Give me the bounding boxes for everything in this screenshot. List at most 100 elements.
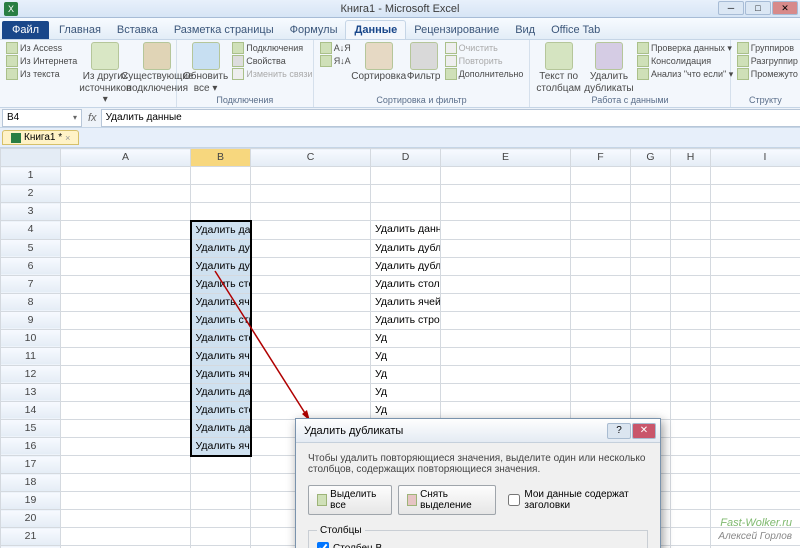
cell[interactable]: Удалить столбцы	[371, 275, 441, 293]
cell[interactable]	[61, 419, 191, 437]
cell[interactable]	[711, 185, 800, 203]
cell[interactable]: Удалить столбцы	[191, 275, 251, 293]
cell[interactable]	[251, 311, 371, 329]
dialog-close-button[interactable]: ✕	[632, 423, 656, 439]
tab-insert[interactable]: Вставка	[109, 21, 166, 39]
tab-view[interactable]: Вид	[507, 21, 543, 39]
cell[interactable]	[251, 167, 371, 185]
row-header[interactable]: 19	[1, 492, 61, 510]
cell[interactable]	[711, 203, 800, 221]
worksheet-grid[interactable]: A B C D E F G H I 1234Удалить данныеУдал…	[0, 148, 800, 548]
cell[interactable]: Удалить столбцы	[191, 401, 251, 419]
cell[interactable]	[671, 401, 711, 419]
cell[interactable]	[441, 185, 571, 203]
cell[interactable]	[251, 347, 371, 365]
cell[interactable]	[571, 347, 631, 365]
cell[interactable]	[711, 329, 800, 347]
cell[interactable]	[571, 383, 631, 401]
cell[interactable]	[251, 275, 371, 293]
col-header[interactable]: D	[371, 149, 441, 167]
cell[interactable]	[371, 203, 441, 221]
cell[interactable]	[711, 311, 800, 329]
cell[interactable]	[441, 167, 571, 185]
cell[interactable]: Удалить дубликаты	[371, 257, 441, 275]
cell[interactable]	[631, 383, 671, 401]
cell[interactable]	[191, 528, 251, 546]
cell[interactable]	[711, 546, 800, 549]
row-header[interactable]: 9	[1, 311, 61, 329]
cell[interactable]	[441, 221, 571, 240]
maximize-button[interactable]: □	[745, 1, 771, 15]
cell[interactable]	[711, 221, 800, 240]
cell[interactable]: Уд	[371, 383, 441, 401]
cell[interactable]	[191, 185, 251, 203]
cell[interactable]: Удалить данные	[371, 221, 441, 240]
row-header[interactable]: 15	[1, 419, 61, 437]
cell[interactable]	[671, 546, 711, 549]
cell[interactable]	[711, 275, 800, 293]
refresh-all-button[interactable]: Обновитьвсе ▾	[183, 42, 228, 94]
cell[interactable]	[251, 185, 371, 203]
cell[interactable]	[61, 365, 191, 383]
cell[interactable]	[631, 221, 671, 240]
cell[interactable]	[671, 437, 711, 456]
cell[interactable]	[671, 203, 711, 221]
cell[interactable]	[441, 275, 571, 293]
cell[interactable]	[571, 401, 631, 419]
advanced-filter-button[interactable]: Дополнительно	[445, 68, 524, 80]
cell[interactable]: Удалить ячейки	[371, 293, 441, 311]
cell[interactable]	[61, 437, 191, 456]
cell[interactable]	[631, 293, 671, 311]
cell[interactable]	[671, 221, 711, 240]
cell[interactable]	[571, 239, 631, 257]
cell[interactable]	[631, 167, 671, 185]
cell[interactable]	[61, 185, 191, 203]
formula-input[interactable]: Удалить данные	[101, 109, 800, 127]
row-header[interactable]: 16	[1, 437, 61, 456]
cell[interactable]	[631, 275, 671, 293]
properties-button[interactable]: Свойства	[232, 55, 312, 67]
col-header[interactable]: C	[251, 149, 371, 167]
cell[interactable]	[61, 492, 191, 510]
cell[interactable]	[251, 239, 371, 257]
cell[interactable]	[571, 221, 631, 240]
cell[interactable]	[571, 365, 631, 383]
cell[interactable]	[191, 167, 251, 185]
cell[interactable]	[671, 257, 711, 275]
cell[interactable]	[671, 275, 711, 293]
cell[interactable]	[711, 419, 800, 437]
cell[interactable]	[711, 347, 800, 365]
cell[interactable]: Удалить строки	[371, 311, 441, 329]
cell[interactable]	[61, 203, 191, 221]
cell[interactable]	[711, 401, 800, 419]
from-text-button[interactable]: Из текста	[6, 68, 77, 80]
cell[interactable]: Удалить ячейки	[191, 437, 251, 456]
unselect-all-button[interactable]: Снять выделение	[398, 485, 497, 515]
cell[interactable]	[61, 257, 191, 275]
cell[interactable]	[671, 167, 711, 185]
cell[interactable]	[251, 383, 371, 401]
row-header[interactable]: 4	[1, 221, 61, 240]
row-header[interactable]: 11	[1, 347, 61, 365]
row-header[interactable]: 7	[1, 275, 61, 293]
cell[interactable]	[251, 329, 371, 347]
tab-data[interactable]: Данные	[345, 20, 406, 39]
row-header[interactable]: 17	[1, 456, 61, 474]
cell[interactable]	[671, 347, 711, 365]
cell[interactable]	[191, 546, 251, 549]
row-header[interactable]: 20	[1, 510, 61, 528]
chevron-down-icon[interactable]: ▾	[73, 113, 77, 122]
cell[interactable]	[671, 365, 711, 383]
cell[interactable]	[441, 257, 571, 275]
row-header[interactable]: 1	[1, 167, 61, 185]
cell[interactable]	[711, 456, 800, 474]
row-header[interactable]: 10	[1, 329, 61, 347]
cell[interactable]: Уд	[371, 347, 441, 365]
cell[interactable]	[671, 329, 711, 347]
cell[interactable]: Удалить ячейки	[191, 293, 251, 311]
close-tab-icon[interactable]: ×	[65, 133, 70, 143]
cell[interactable]	[61, 510, 191, 528]
cell[interactable]	[671, 293, 711, 311]
tab-review[interactable]: Рецензирование	[406, 21, 507, 39]
what-if-button[interactable]: Анализ "что если" ▾	[637, 68, 733, 80]
